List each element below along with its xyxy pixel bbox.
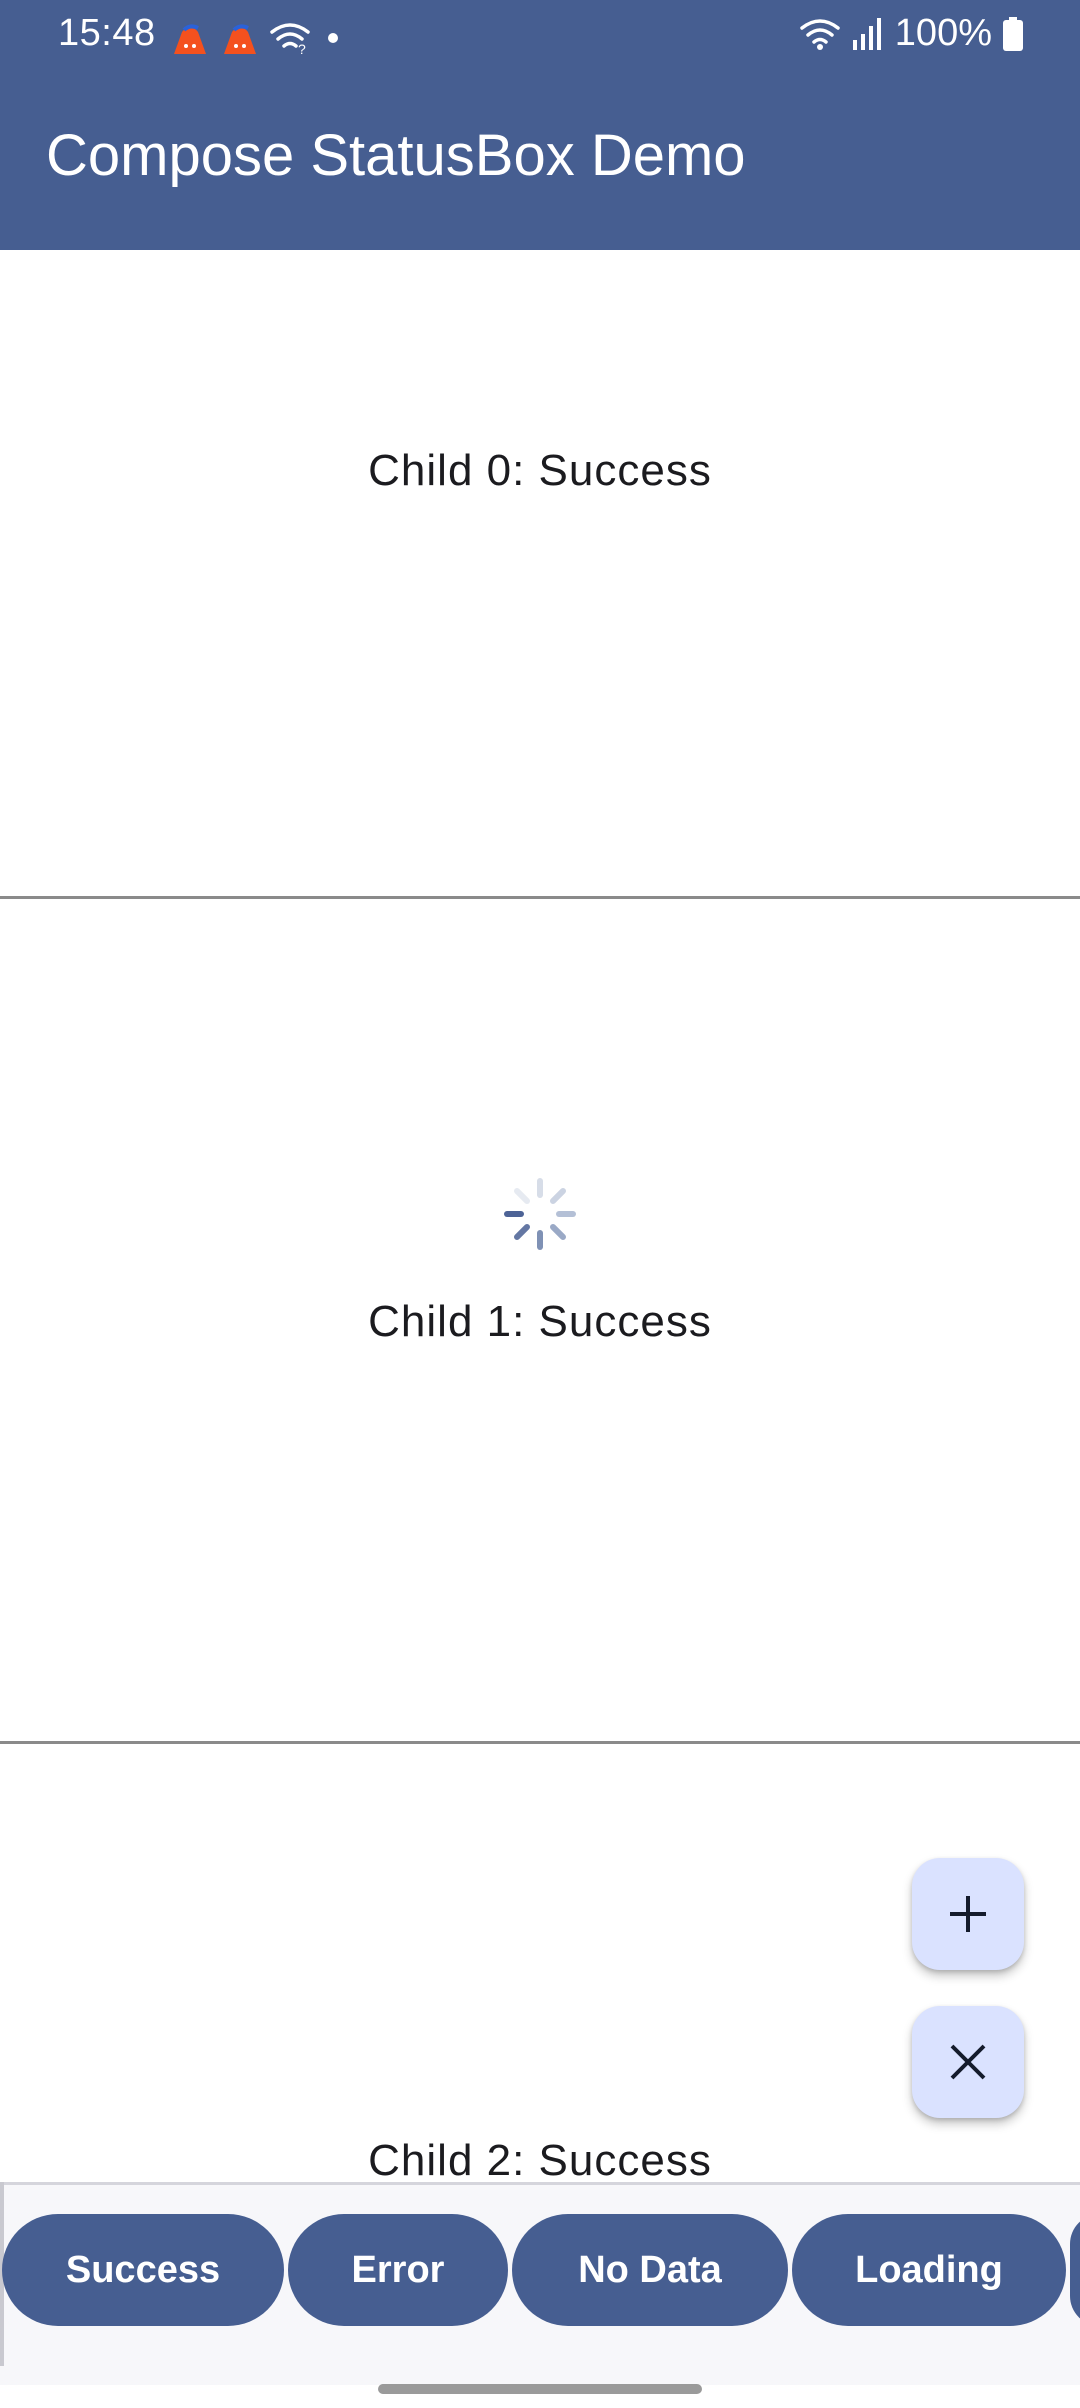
success-button[interactable]: Success: [2, 2214, 284, 2326]
status-right: 100%: [799, 12, 1024, 55]
error-button[interactable]: Error: [288, 2214, 508, 2326]
loading-button[interactable]: Loading: [792, 2214, 1066, 2326]
status-bar: 15:48 ? 100%: [0, 0, 1080, 70]
app-notification-icon: [174, 24, 206, 54]
app-bar: Compose StatusBox Demo: [0, 70, 1080, 250]
child-label: Child 1: Success: [368, 1297, 712, 1346]
remove-child-button[interactable]: [912, 2006, 1024, 2118]
wifi-icon: [800, 18, 840, 50]
battery-icon: [1003, 16, 1023, 51]
close-icon: [950, 2044, 986, 2080]
dot-icon: [328, 33, 338, 43]
child-label: Child 0: Success: [368, 446, 712, 495]
svg-text:?: ?: [298, 41, 306, 56]
status-box-child-1: Child 1: Success: [0, 899, 1080, 1741]
add-child-button[interactable]: [912, 1858, 1024, 1970]
app-title: Compose StatusBox Demo: [46, 123, 746, 188]
app-notification-icon: [224, 24, 256, 54]
status-time: 15:48: [58, 12, 156, 54]
battery-percent: 100%: [894, 12, 992, 54]
status-box-child-2: Child 2: Success: [0, 1744, 1080, 2185]
wifi-question-icon: ?: [270, 23, 310, 56]
loading-spinner-icon: [504, 1178, 576, 1250]
gesture-navigation-bar[interactable]: [378, 2384, 702, 2394]
plus-icon: [950, 1896, 986, 1932]
screen: 15:48 ? 100% Compose StatusBox Demo Chil…: [0, 0, 1080, 2408]
no-data-button[interactable]: No Data: [512, 2214, 788, 2326]
status-box-child-0: Child 0: Success: [0, 250, 1080, 896]
child-label: Child 2: Success: [368, 2136, 712, 2185]
signal-icon: [852, 17, 881, 50]
status-left-icons: ?: [168, 18, 348, 58]
